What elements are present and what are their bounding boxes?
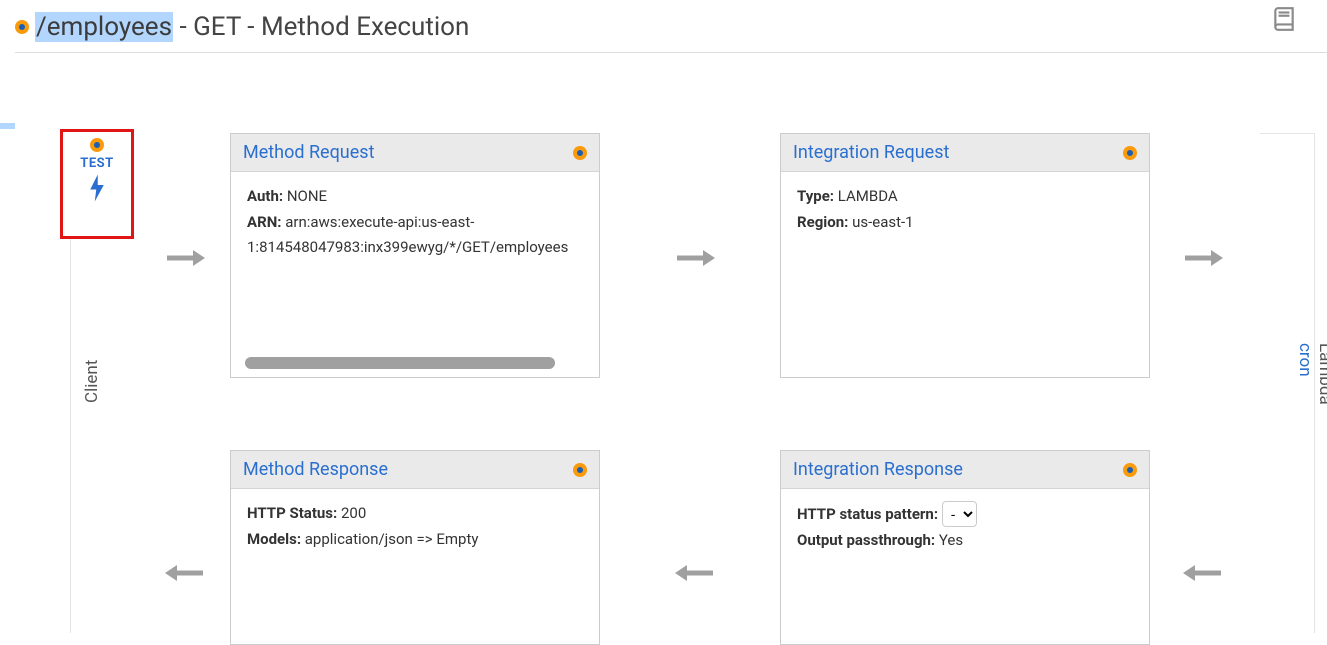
- method-request-link[interactable]: Method Request: [243, 142, 374, 163]
- horizontal-scrollbar[interactable]: [245, 357, 585, 369]
- arrow-right-icon: [675, 248, 715, 272]
- auth-value: NONE: [283, 187, 327, 205]
- passthrough-label: Output passthrough:: [797, 531, 935, 549]
- arrow-left-icon: [165, 563, 205, 587]
- client-label: Client: [82, 360, 102, 403]
- http-status-value: 200: [337, 504, 366, 522]
- arn-value: arn:aws:execute-api:us-east-1:8145480479…: [247, 213, 568, 257]
- integration-response-card: Integration Response HTTP status pattern…: [780, 450, 1150, 645]
- test-button[interactable]: TEST: [60, 129, 134, 239]
- method-response-dot-icon: [573, 463, 587, 477]
- bolt-icon: [63, 173, 131, 207]
- models-value: application/json => Empty: [301, 530, 478, 548]
- type-label: Type:: [797, 187, 834, 205]
- docs-icon[interactable]: [1271, 6, 1297, 36]
- lambda-label: Lambda cron: [1295, 343, 1327, 405]
- test-label: TEST: [63, 156, 131, 171]
- region-label: Region:: [797, 213, 848, 231]
- integration-request-card: Integration Request Type: LAMBDA Region:…: [780, 133, 1150, 378]
- method-request-card: Method Request Auth: NONE ARN: arn:aws:e…: [230, 133, 600, 378]
- http-pattern-select[interactable]: -: [942, 501, 977, 527]
- method-response-card: Method Response HTTP Status: 200 Models:…: [230, 450, 600, 645]
- arrow-left-icon: [675, 563, 715, 587]
- title-path: /employees: [35, 12, 173, 42]
- page-header: /employees - GET - Method Execution: [15, 0, 1327, 53]
- arrow-right-icon: [165, 248, 205, 272]
- integration-request-dot-icon: [1123, 146, 1137, 160]
- method-request-dot-icon: [573, 146, 587, 160]
- region-value: us-east-1: [848, 213, 913, 231]
- auth-label: Auth:: [247, 187, 283, 205]
- arrow-left-icon: [1183, 563, 1223, 587]
- integration-response-link[interactable]: Integration Response: [793, 459, 963, 480]
- models-label: Models:: [247, 530, 301, 548]
- passthrough-value: Yes: [935, 531, 963, 549]
- type-value: LAMBDA: [834, 187, 898, 205]
- lambda-function-link[interactable]: cron: [1295, 343, 1315, 377]
- integration-request-link[interactable]: Integration Request: [793, 142, 949, 163]
- method-response-link[interactable]: Method Response: [243, 459, 388, 480]
- integration-response-dot-icon: [1123, 463, 1137, 477]
- resource-dot-icon: [15, 20, 29, 34]
- test-dot-icon: [90, 138, 104, 152]
- http-status-label: HTTP Status:: [247, 504, 337, 522]
- page-title: /employees - GET - Method Execution: [35, 12, 469, 42]
- arn-label: ARN:: [247, 213, 282, 231]
- arrow-right-icon: [1183, 248, 1223, 272]
- http-pattern-label: HTTP status pattern:: [797, 505, 942, 523]
